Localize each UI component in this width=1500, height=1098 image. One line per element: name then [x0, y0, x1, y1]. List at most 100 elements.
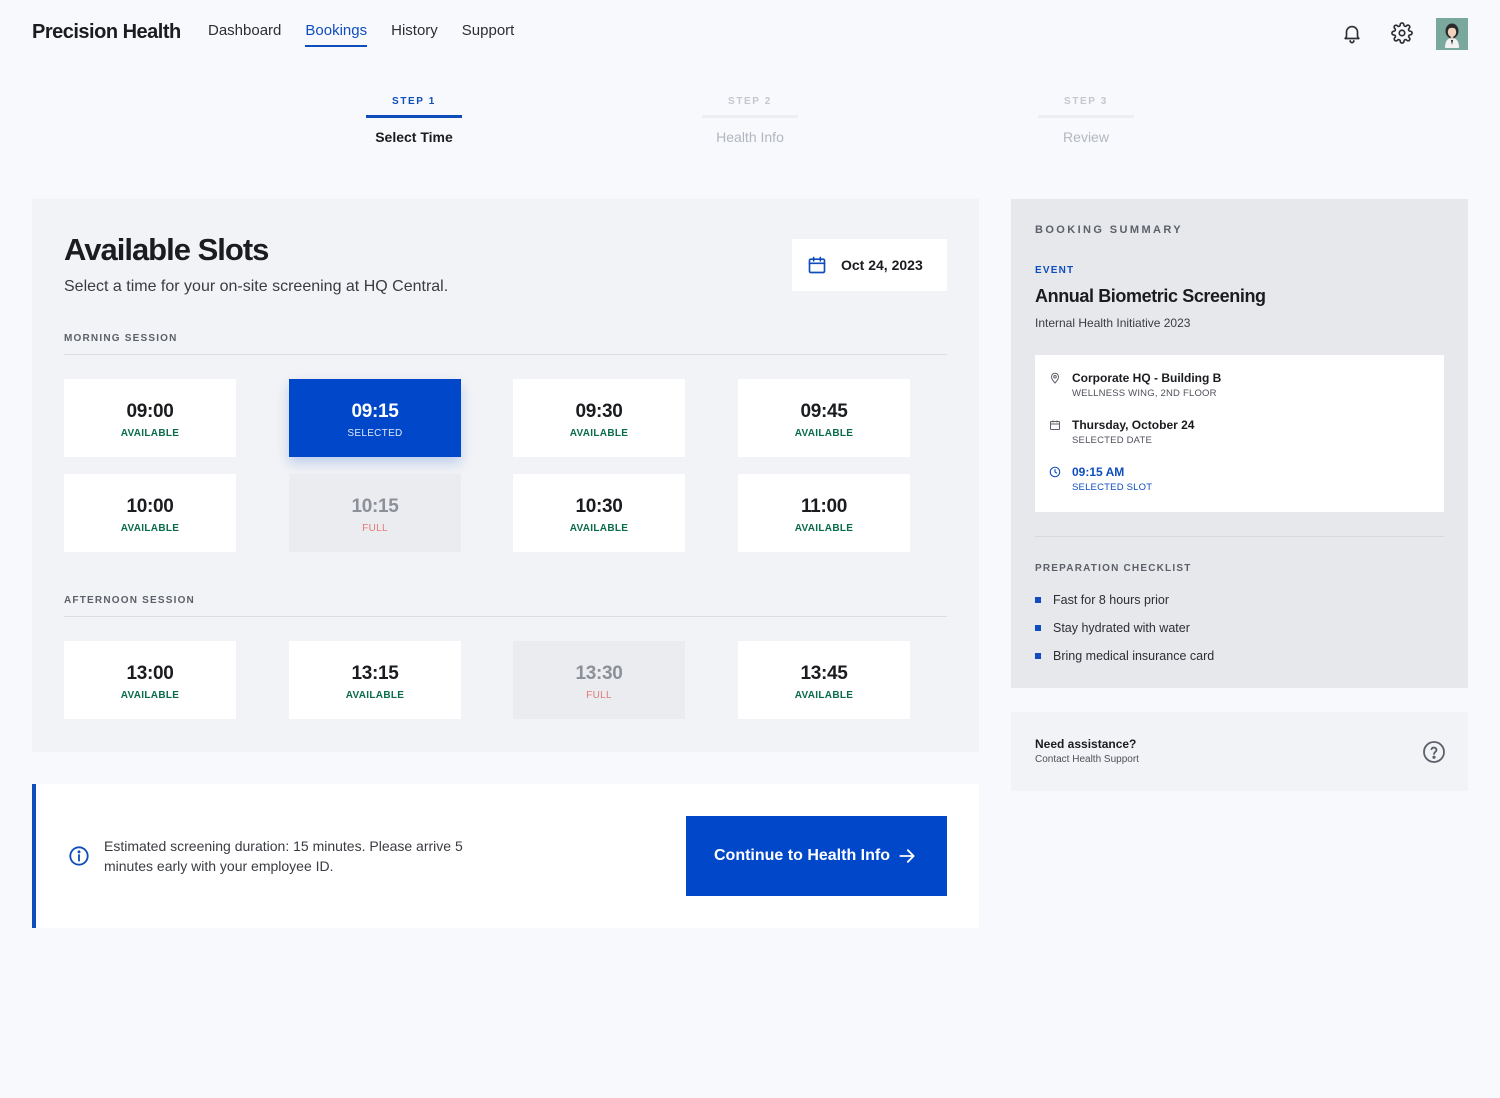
divider: [64, 354, 947, 355]
page-title: Available Slots: [64, 232, 269, 267]
duration-info-bar: Estimated screening duration: 15 minutes…: [32, 784, 979, 928]
slot-1300[interactable]: 13:00 AVAILABLE: [64, 641, 236, 719]
slot-1015: 10:15 FULL: [289, 474, 461, 552]
slot-status: AVAILABLE: [569, 523, 629, 534]
gear-icon[interactable]: [1389, 20, 1415, 46]
slot-time: 13:45: [800, 663, 848, 684]
bell-icon[interactable]: [1339, 20, 1365, 46]
location-name: Corporate HQ - Building B: [1072, 371, 1222, 385]
nav-history[interactable]: History: [391, 22, 438, 47]
step-progress-bar: [1038, 115, 1134, 118]
selected-slot-value: 09:15 AM: [1072, 465, 1125, 479]
step-number: STEP 1: [392, 96, 436, 107]
slot-1330: 13:30 FULL: [513, 641, 685, 719]
nav-support[interactable]: Support: [462, 22, 515, 47]
duration-info-text: Estimated screening duration: 15 minutes…: [104, 838, 463, 874]
slot-time: 13:00: [126, 663, 174, 684]
bullet-icon: [1035, 652, 1041, 659]
location-pin-icon: [1050, 372, 1060, 384]
slot-status: AVAILABLE: [120, 523, 180, 534]
slot-time: 09:00: [126, 401, 174, 422]
selected-slot-label: SELECTED SLOT: [1072, 482, 1153, 493]
calendar-icon: [1050, 420, 1060, 430]
location-detail: WELLNESS WING, 2ND FLOOR: [1072, 388, 1217, 399]
event-label: EVENT: [1035, 265, 1075, 276]
summary-title: BOOKING SUMMARY: [1035, 224, 1184, 236]
assistance-subtitle: Contact Health Support: [1035, 754, 1139, 765]
continue-button-label: Continue to Health Info: [714, 847, 890, 864]
morning-session-label: MORNING SESSION: [64, 333, 178, 344]
divider: [1035, 536, 1444, 537]
assistance-title: Need assistance?: [1035, 737, 1137, 751]
booking-summary: BOOKING SUMMARY EVENT Annual Biometric S…: [1011, 199, 1468, 688]
slot-0900[interactable]: 09:00 AVAILABLE: [64, 379, 236, 457]
slot-0945[interactable]: 09:45 AVAILABLE: [738, 379, 910, 457]
bullet-icon: [1035, 624, 1041, 631]
slot-status: AVAILABLE: [794, 690, 854, 701]
checklist-item-text: Bring medical insurance card: [1053, 649, 1215, 663]
assistance-card[interactable]: Need assistance? Contact Health Support: [1011, 712, 1468, 791]
checklist-item: Stay hydrated with water: [1035, 621, 1190, 635]
checklist-item: Bring medical insurance card: [1035, 649, 1214, 663]
step-progress-bar: [702, 115, 798, 118]
afternoon-session-label: AFTERNOON SESSION: [64, 595, 195, 606]
slot-time: 09:30: [575, 401, 623, 422]
slot-status: SELECTED: [347, 428, 403, 439]
continue-button[interactable]: Continue to Health Info: [686, 816, 947, 896]
nav-dashboard[interactable]: Dashboard: [208, 22, 281, 47]
checklist-item: Fast for 8 hours prior: [1035, 593, 1169, 607]
slot-1030[interactable]: 10:30 AVAILABLE: [513, 474, 685, 552]
help-icon[interactable]: [1422, 740, 1446, 764]
slot-1315[interactable]: 13:15 AVAILABLE: [289, 641, 461, 719]
brand-logo[interactable]: Precision Health: [32, 21, 181, 44]
top-header: Precision Health Dashboard Bookings Hist…: [0, 0, 1500, 68]
slot-status: AVAILABLE: [794, 428, 854, 439]
step-review[interactable]: STEP 3 Review: [1038, 96, 1134, 145]
slot-time: 10:15: [351, 496, 399, 517]
selected-date-value: Thursday, October 24: [1072, 418, 1195, 432]
clock-icon: [1049, 466, 1061, 478]
date-picker[interactable]: Oct 24, 2023: [792, 239, 947, 291]
slot-status: AVAILABLE: [345, 690, 405, 701]
divider: [64, 616, 947, 617]
step-number: STEP 3: [1064, 96, 1108, 107]
checklist-title: PREPARATION CHECKLIST: [1035, 563, 1192, 574]
slot-status: AVAILABLE: [794, 523, 854, 534]
slot-1000[interactable]: 10:00 AVAILABLE: [64, 474, 236, 552]
calendar-icon: [808, 256, 826, 274]
slot-0930[interactable]: 09:30 AVAILABLE: [513, 379, 685, 457]
checklist-item-text: Fast for 8 hours prior: [1053, 593, 1170, 607]
slot-status: AVAILABLE: [120, 690, 180, 701]
step-select-time[interactable]: STEP 1 Select Time: [366, 96, 462, 145]
event-name: Annual Biometric Screening: [1035, 286, 1266, 306]
step-health-info[interactable]: STEP 2 Health Info: [702, 96, 798, 145]
step-progress-bar: [366, 115, 462, 118]
date-value: Oct 24, 2023: [841, 257, 923, 273]
slot-status: FULL: [586, 690, 612, 701]
bullet-icon: [1035, 596, 1041, 603]
page-subtitle: Select a time for your on-site screening…: [64, 278, 449, 295]
slot-time: 10:00: [126, 496, 174, 517]
slot-time: 13:30: [575, 663, 623, 684]
slot-status: AVAILABLE: [120, 428, 180, 439]
slot-time: 10:30: [575, 496, 623, 517]
selected-date-label: SELECTED DATE: [1072, 435, 1153, 446]
step-label: Health Info: [716, 129, 784, 145]
main-nav: Dashboard Bookings History Support: [208, 22, 514, 47]
slot-time: 09:15: [351, 401, 399, 422]
step-label: Review: [1063, 129, 1109, 145]
slot-0915[interactable]: 09:15 SELECTED: [289, 379, 461, 457]
available-slots-card: Available Slots Select a time for your o…: [32, 199, 979, 752]
step-label: Select Time: [375, 129, 453, 145]
slot-time: 13:15: [351, 663, 399, 684]
nav-bookings[interactable]: Bookings: [305, 22, 368, 47]
slot-time: 11:00: [800, 496, 848, 517]
avatar[interactable]: [1436, 18, 1468, 50]
slot-1345[interactable]: 13:45 AVAILABLE: [738, 641, 910, 719]
checklist-item-text: Stay hydrated with water: [1053, 621, 1190, 635]
step-number: STEP 2: [728, 96, 772, 107]
booking-details-card: Corporate HQ - Building B WELLNESS WING,…: [1035, 355, 1444, 512]
info-icon: [69, 846, 89, 866]
slot-time: 09:45: [800, 401, 848, 422]
slot-1100[interactable]: 11:00 AVAILABLE: [738, 474, 910, 552]
